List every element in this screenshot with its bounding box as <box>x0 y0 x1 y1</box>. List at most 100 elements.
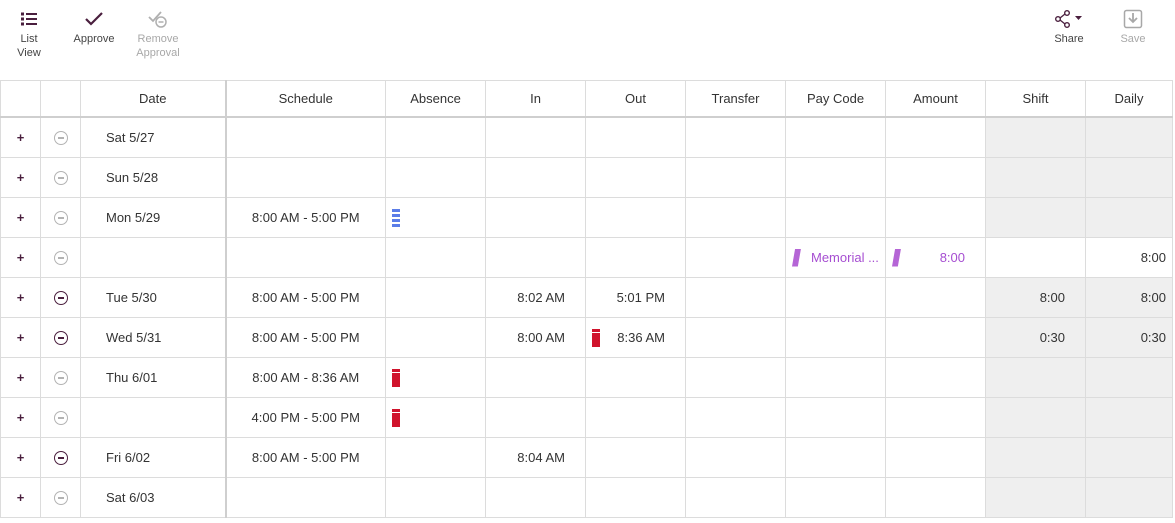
pay-code-cell[interactable] <box>785 116 886 158</box>
pay-code-cell[interactable] <box>785 157 886 198</box>
remove-row-button[interactable] <box>40 397 81 438</box>
out-cell[interactable]: 5:01 PM <box>585 277 686 318</box>
absence-cell[interactable] <box>385 317 486 358</box>
pay-code-cell[interactable] <box>785 397 886 438</box>
absence-cell[interactable] <box>385 197 486 238</box>
in-cell[interactable] <box>485 397 586 438</box>
transfer-cell[interactable] <box>685 237 786 278</box>
pay-code-cell[interactable] <box>785 197 886 238</box>
absence-cell[interactable] <box>385 277 486 318</box>
remove-row-button[interactable] <box>40 437 81 478</box>
transfer-cell[interactable] <box>685 357 786 398</box>
in-cell[interactable] <box>485 197 586 238</box>
out-cell[interactable] <box>585 237 686 278</box>
out-cell[interactable] <box>585 437 686 478</box>
schedule-cell[interactable]: 8:00 AM - 5:00 PM <box>225 317 386 358</box>
remove-row-button[interactable] <box>40 157 81 198</box>
in-cell[interactable] <box>485 116 586 158</box>
add-row-plus-icon[interactable]: + <box>0 437 41 478</box>
absence-cell[interactable] <box>385 237 486 278</box>
pay-code-value[interactable]: Memorial ... <box>801 250 879 265</box>
header-in[interactable]: In <box>485 80 586 118</box>
approve-button[interactable]: Approve <box>72 8 116 46</box>
remove-row-button[interactable] <box>40 277 81 318</box>
in-cell[interactable]: 8:02 AM <box>485 277 586 318</box>
header-date[interactable]: Date <box>80 80 227 118</box>
transfer-cell[interactable] <box>685 317 786 358</box>
exception-indicator-icon[interactable] <box>392 368 400 387</box>
amount-edit-icon[interactable] <box>892 248 901 267</box>
remove-row-button[interactable] <box>40 477 81 518</box>
out-cell[interactable] <box>585 397 686 438</box>
header-transfer[interactable]: Transfer <box>685 80 786 118</box>
transfer-cell[interactable] <box>685 197 786 238</box>
transfer-cell[interactable] <box>685 157 786 198</box>
absence-cell[interactable] <box>385 116 486 158</box>
add-row-plus-icon[interactable]: + <box>0 397 41 438</box>
out-cell[interactable] <box>585 477 686 518</box>
header-shift[interactable]: Shift <box>985 80 1086 118</box>
header-amount[interactable]: Amount <box>885 80 986 118</box>
amount-cell[interactable] <box>885 397 986 438</box>
amount-cell[interactable] <box>885 477 986 518</box>
header-daily[interactable]: Daily <box>1085 80 1173 118</box>
schedule-cell[interactable]: 8:00 AM - 8:36 AM <box>225 357 386 398</box>
remove-row-button[interactable] <box>40 116 81 158</box>
add-row-plus-icon[interactable]: + <box>0 277 41 318</box>
absence-cell[interactable] <box>385 397 486 438</box>
schedule-cell[interactable] <box>225 237 386 278</box>
pay-code-cell[interactable] <box>785 437 886 478</box>
header-out[interactable]: Out <box>585 80 686 118</box>
absence-indicator-icon[interactable] <box>392 208 400 227</box>
transfer-cell[interactable] <box>685 277 786 318</box>
amount-value[interactable]: 8:00 <box>901 250 985 265</box>
amount-cell[interactable] <box>885 357 986 398</box>
date-cell[interactable]: Sun 5/28 <box>80 157 227 198</box>
transfer-cell[interactable] <box>685 116 786 158</box>
absence-cell[interactable] <box>385 437 486 478</box>
in-cell[interactable]: 8:00 AM <box>485 317 586 358</box>
absence-cell[interactable] <box>385 157 486 198</box>
pay-code-cell[interactable] <box>785 477 886 518</box>
add-row-plus-icon[interactable]: + <box>0 157 41 198</box>
amount-cell[interactable] <box>885 277 986 318</box>
add-row-plus-icon[interactable]: + <box>0 357 41 398</box>
date-cell[interactable]: Sat 5/27 <box>80 116 227 158</box>
amount-cell[interactable] <box>885 317 986 358</box>
transfer-cell[interactable] <box>685 397 786 438</box>
amount-cell[interactable] <box>885 116 986 158</box>
amount-cell[interactable] <box>885 437 986 478</box>
schedule-cell[interactable] <box>225 477 386 518</box>
out-cell[interactable] <box>585 157 686 198</box>
transfer-cell[interactable] <box>685 477 786 518</box>
out-cell[interactable]: 8:36 AM <box>585 317 686 358</box>
amount-cell[interactable] <box>885 157 986 198</box>
in-cell[interactable] <box>485 357 586 398</box>
date-cell[interactable]: Tue 5/30 <box>80 277 227 318</box>
list-view-button[interactable]: List View <box>8 8 50 60</box>
in-cell[interactable] <box>485 477 586 518</box>
header-absence[interactable]: Absence <box>385 80 486 118</box>
amount-cell[interactable] <box>885 197 986 238</box>
exception-indicator-icon[interactable] <box>592 328 600 347</box>
date-cell[interactable]: Mon 5/29 <box>80 197 227 238</box>
pay-code-cell[interactable]: Memorial ... <box>785 237 886 278</box>
pay-code-cell[interactable] <box>785 357 886 398</box>
schedule-cell[interactable] <box>225 157 386 198</box>
date-cell[interactable]: Fri 6/02 <box>80 437 227 478</box>
schedule-cell[interactable] <box>225 116 386 158</box>
out-value[interactable]: 8:36 AM <box>600 330 685 345</box>
header-schedule[interactable]: Schedule <box>225 80 386 118</box>
pay-code-cell[interactable] <box>785 277 886 318</box>
add-row-plus-icon[interactable]: + <box>0 237 41 278</box>
date-cell[interactable]: Sat 6/03 <box>80 477 227 518</box>
remove-row-button[interactable] <box>40 317 81 358</box>
remove-row-button[interactable] <box>40 237 81 278</box>
pay-code-cell[interactable] <box>785 317 886 358</box>
in-cell[interactable] <box>485 157 586 198</box>
out-cell[interactable] <box>585 357 686 398</box>
add-row-plus-icon[interactable]: + <box>0 197 41 238</box>
out-cell[interactable] <box>585 197 686 238</box>
in-cell[interactable]: 8:04 AM <box>485 437 586 478</box>
schedule-cell[interactable]: 4:00 PM - 5:00 PM <box>225 397 386 438</box>
